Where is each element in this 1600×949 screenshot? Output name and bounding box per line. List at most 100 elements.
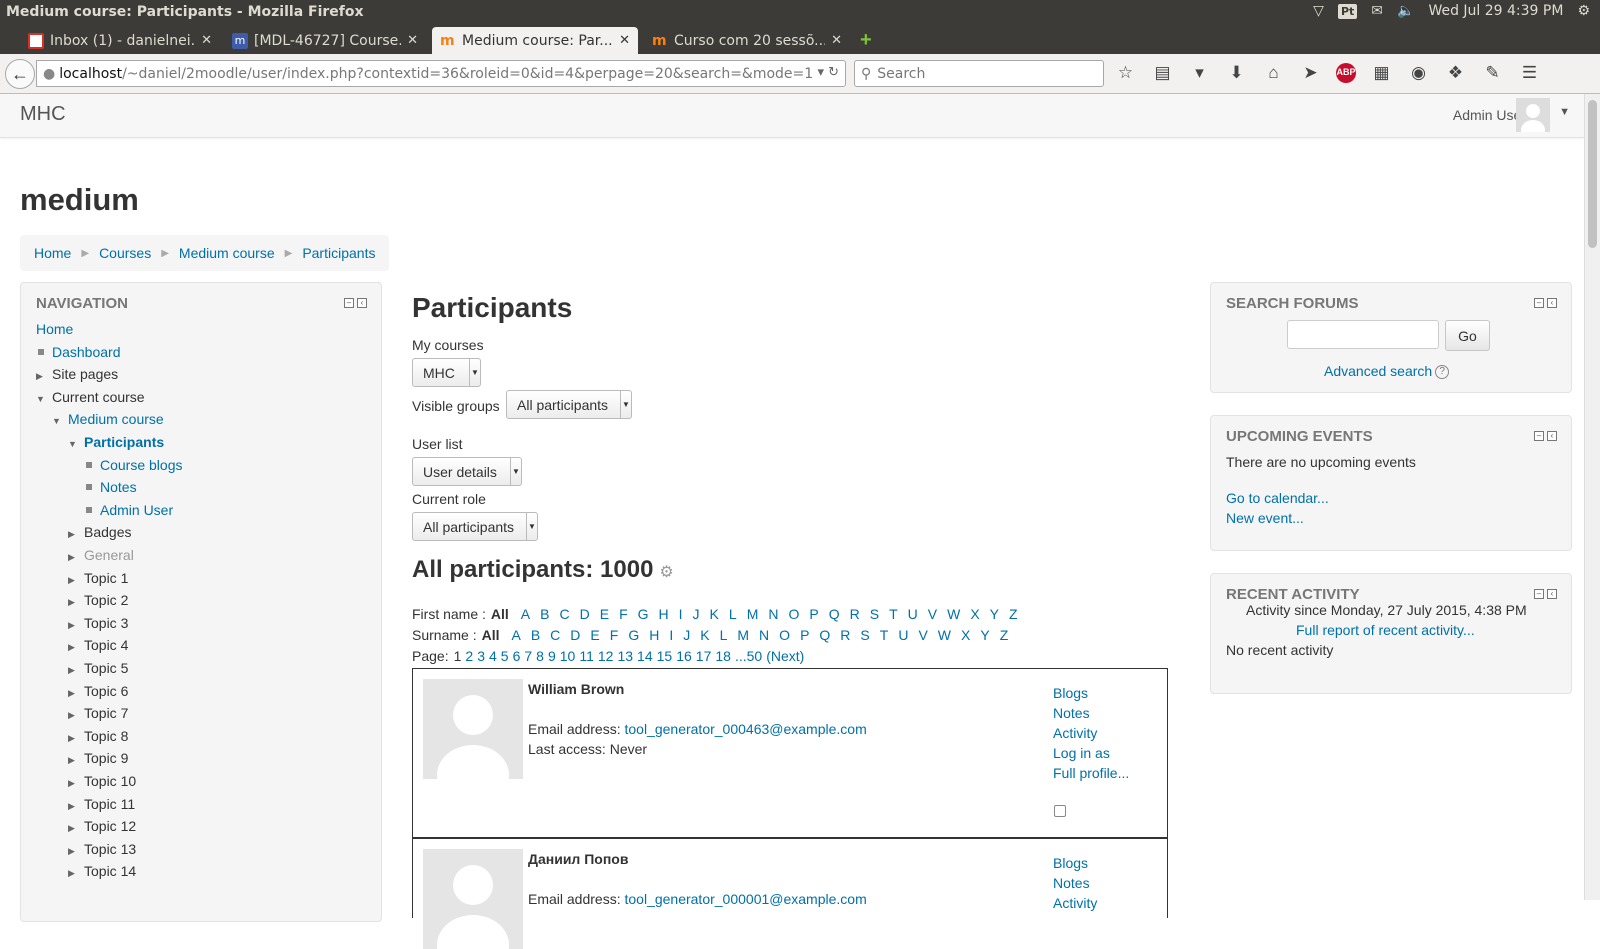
first-name-letter-link[interactable]: B bbox=[540, 606, 549, 622]
page-link[interactable]: 4 bbox=[489, 648, 497, 664]
nav-item-topic-14[interactable]: ▶ Topic 14 bbox=[68, 863, 136, 879]
expand-arrow-icon[interactable]: ▶ bbox=[68, 823, 84, 834]
first-name-letter-link[interactable]: W bbox=[947, 606, 960, 622]
nav-item-topic-6[interactable]: ▶ Topic 6 bbox=[68, 683, 128, 699]
first-name-letter-link[interactable]: J bbox=[693, 606, 700, 622]
surname-letter-link[interactable]: B bbox=[531, 627, 540, 643]
search-input[interactable]: ⚲ Search bbox=[854, 60, 1104, 87]
collapse-arrow-icon[interactable]: ▼ bbox=[52, 416, 68, 426]
input-method-indicator[interactable]: Pt bbox=[1337, 3, 1358, 19]
send-icon[interactable]: ➤ bbox=[1299, 63, 1322, 83]
nav-item-participants[interactable]: ▼ Participants bbox=[68, 434, 164, 450]
page-link[interactable]: 17 bbox=[696, 648, 712, 664]
first-name-letter-link[interactable]: V bbox=[928, 606, 937, 622]
nav-item-topic-10[interactable]: ▶ Topic 10 bbox=[68, 773, 136, 789]
breadcrumb-medium-course[interactable]: Medium course bbox=[179, 245, 275, 261]
nav-item-topic-13[interactable]: ▶ Topic 13 bbox=[68, 841, 136, 857]
surname-letter-link[interactable]: V bbox=[918, 627, 927, 643]
first-name-letter-link[interactable]: A bbox=[521, 606, 530, 622]
nav-item-notes[interactable]: Notes bbox=[84, 479, 137, 495]
nav-item-topic-1[interactable]: ▶ Topic 1 bbox=[68, 570, 128, 586]
surname-letter-link[interactable]: T bbox=[880, 627, 889, 643]
surname-letter-link[interactable]: U bbox=[898, 627, 908, 643]
nav-item-admin-user[interactable]: Admin User bbox=[84, 502, 173, 518]
surname-letter-link[interactable]: N bbox=[759, 627, 769, 643]
first-name-letter-link[interactable]: K bbox=[710, 606, 719, 622]
url-dropdown-reload-icons[interactable]: ▾ ↻ bbox=[817, 65, 839, 80]
scrollbar-thumb[interactable] bbox=[1588, 100, 1597, 248]
page-link[interactable]: 12 bbox=[598, 648, 614, 664]
grid-icon[interactable]: ▦ bbox=[1370, 63, 1393, 83]
expand-arrow-icon[interactable]: ▶ bbox=[68, 710, 84, 721]
tab-jira[interactable]: m [MDL-46727] Course... ✕ bbox=[224, 27, 426, 54]
page-link[interactable]: 7 bbox=[524, 648, 532, 664]
expand-arrow-icon[interactable]: ▶ bbox=[68, 868, 84, 879]
pocket-icon[interactable]: ▾ bbox=[1188, 63, 1211, 83]
select-participant-checkbox[interactable] bbox=[1054, 805, 1066, 817]
page-link[interactable]: 10 bbox=[560, 648, 576, 664]
full-profile-link[interactable]: Full profile... bbox=[1053, 765, 1129, 781]
breadcrumb-courses[interactable]: Courses bbox=[99, 245, 151, 261]
surname-letter-link[interactable]: All bbox=[482, 627, 500, 643]
extension-icon[interactable]: ❖ bbox=[1444, 63, 1467, 83]
page-link[interactable]: 8 bbox=[536, 648, 544, 664]
first-name-letter-link[interactable]: C bbox=[559, 606, 569, 622]
collapse-arrow-icon[interactable]: ▼ bbox=[36, 394, 52, 404]
bookmark-star-icon[interactable]: ☆ bbox=[1114, 63, 1137, 83]
first-name-letter-link[interactable]: G bbox=[638, 606, 649, 622]
first-name-letter-link[interactable]: E bbox=[600, 606, 609, 622]
user-list-select[interactable]: User details ▼ bbox=[412, 457, 522, 486]
surname-letter-link[interactable]: H bbox=[649, 627, 659, 643]
nav-item-badges[interactable]: ▶ Badges bbox=[68, 524, 131, 540]
expand-arrow-icon[interactable]: ▶ bbox=[68, 620, 84, 631]
first-name-letter-link[interactable]: O bbox=[788, 606, 799, 622]
first-name-letter-link[interactable]: Y bbox=[990, 606, 999, 622]
help-icon[interactable]: ? bbox=[1435, 365, 1450, 380]
expand-arrow-icon[interactable]: ▶ bbox=[68, 642, 84, 653]
full-report-link[interactable]: Full report of recent activity... bbox=[1296, 622, 1475, 638]
expand-arrow-icon[interactable]: ▶ bbox=[68, 597, 84, 608]
first-name-letter-link[interactable]: T bbox=[889, 606, 898, 622]
close-tab-icon[interactable]: ✕ bbox=[407, 33, 418, 48]
nav-item-course-blogs[interactable]: Course blogs bbox=[84, 457, 183, 473]
participant-email-link[interactable]: tool_generator_000001@example.com bbox=[624, 891, 866, 907]
page-link[interactable]: 14 bbox=[637, 648, 653, 664]
tab-gmail[interactable]: Inbox (1) - danielnei... ✕ bbox=[20, 27, 220, 54]
nav-item-dashboard[interactable]: Dashboard bbox=[36, 344, 121, 360]
nav-item-topic-3[interactable]: ▶ Topic 3 bbox=[68, 615, 128, 631]
surname-letter-link[interactable]: J bbox=[683, 627, 690, 643]
first-name-letter-link[interactable]: D bbox=[580, 606, 590, 622]
nav-item-topic-12[interactable]: ▶ Topic 12 bbox=[68, 818, 136, 834]
first-name-letter-link[interactable]: Z bbox=[1009, 606, 1018, 622]
expand-arrow-icon[interactable]: ▶ bbox=[68, 801, 84, 812]
nav-item-site-pages[interactable]: ▶ Site pages bbox=[36, 366, 118, 382]
collapse-block-icon[interactable]: – bbox=[1534, 298, 1544, 308]
notes-link[interactable]: Notes bbox=[1053, 705, 1129, 721]
dock-block-icon[interactable]: ‹ bbox=[1547, 431, 1557, 441]
collapse-arrow-icon[interactable]: ▼ bbox=[68, 439, 84, 449]
nav-item-topic-7[interactable]: ▶ Topic 7 bbox=[68, 705, 128, 721]
expand-arrow-icon[interactable]: ▶ bbox=[68, 688, 84, 699]
surname-letter-link[interactable]: R bbox=[840, 627, 850, 643]
surname-letter-link[interactable]: P bbox=[800, 627, 809, 643]
page-link[interactable]: 18 bbox=[715, 648, 731, 664]
expand-arrow-icon[interactable]: ▶ bbox=[68, 755, 84, 766]
first-name-letter-link[interactable]: U bbox=[908, 606, 918, 622]
first-name-letter-link[interactable]: R bbox=[850, 606, 860, 622]
surname-letter-link[interactable]: G bbox=[628, 627, 639, 643]
chat-icon[interactable]: ◉ bbox=[1407, 63, 1430, 83]
settings-gear-icon[interactable]: ⚙ bbox=[1577, 3, 1590, 19]
close-tab-icon[interactable]: ✕ bbox=[619, 33, 630, 48]
first-name-letter-link[interactable]: Q bbox=[829, 606, 840, 622]
expand-arrow-icon[interactable]: ▶ bbox=[36, 371, 52, 382]
page-link[interactable]: 11 bbox=[579, 648, 594, 664]
log-in-as-link[interactable]: Log in as bbox=[1053, 745, 1129, 761]
first-name-letter-link[interactable]: S bbox=[870, 606, 879, 622]
forum-search-input[interactable] bbox=[1287, 320, 1439, 349]
user-menu-caret-icon[interactable]: ▼ bbox=[1559, 106, 1570, 118]
site-brand-link[interactable]: MHC bbox=[20, 103, 66, 126]
new-tab-plus-icon[interactable]: + bbox=[860, 29, 872, 52]
surname-letter-link[interactable]: S bbox=[860, 627, 869, 643]
activity-link[interactable]: Activity bbox=[1053, 725, 1129, 741]
tab-medium-course[interactable]: m Medium course: Par... ✕ bbox=[432, 27, 638, 54]
